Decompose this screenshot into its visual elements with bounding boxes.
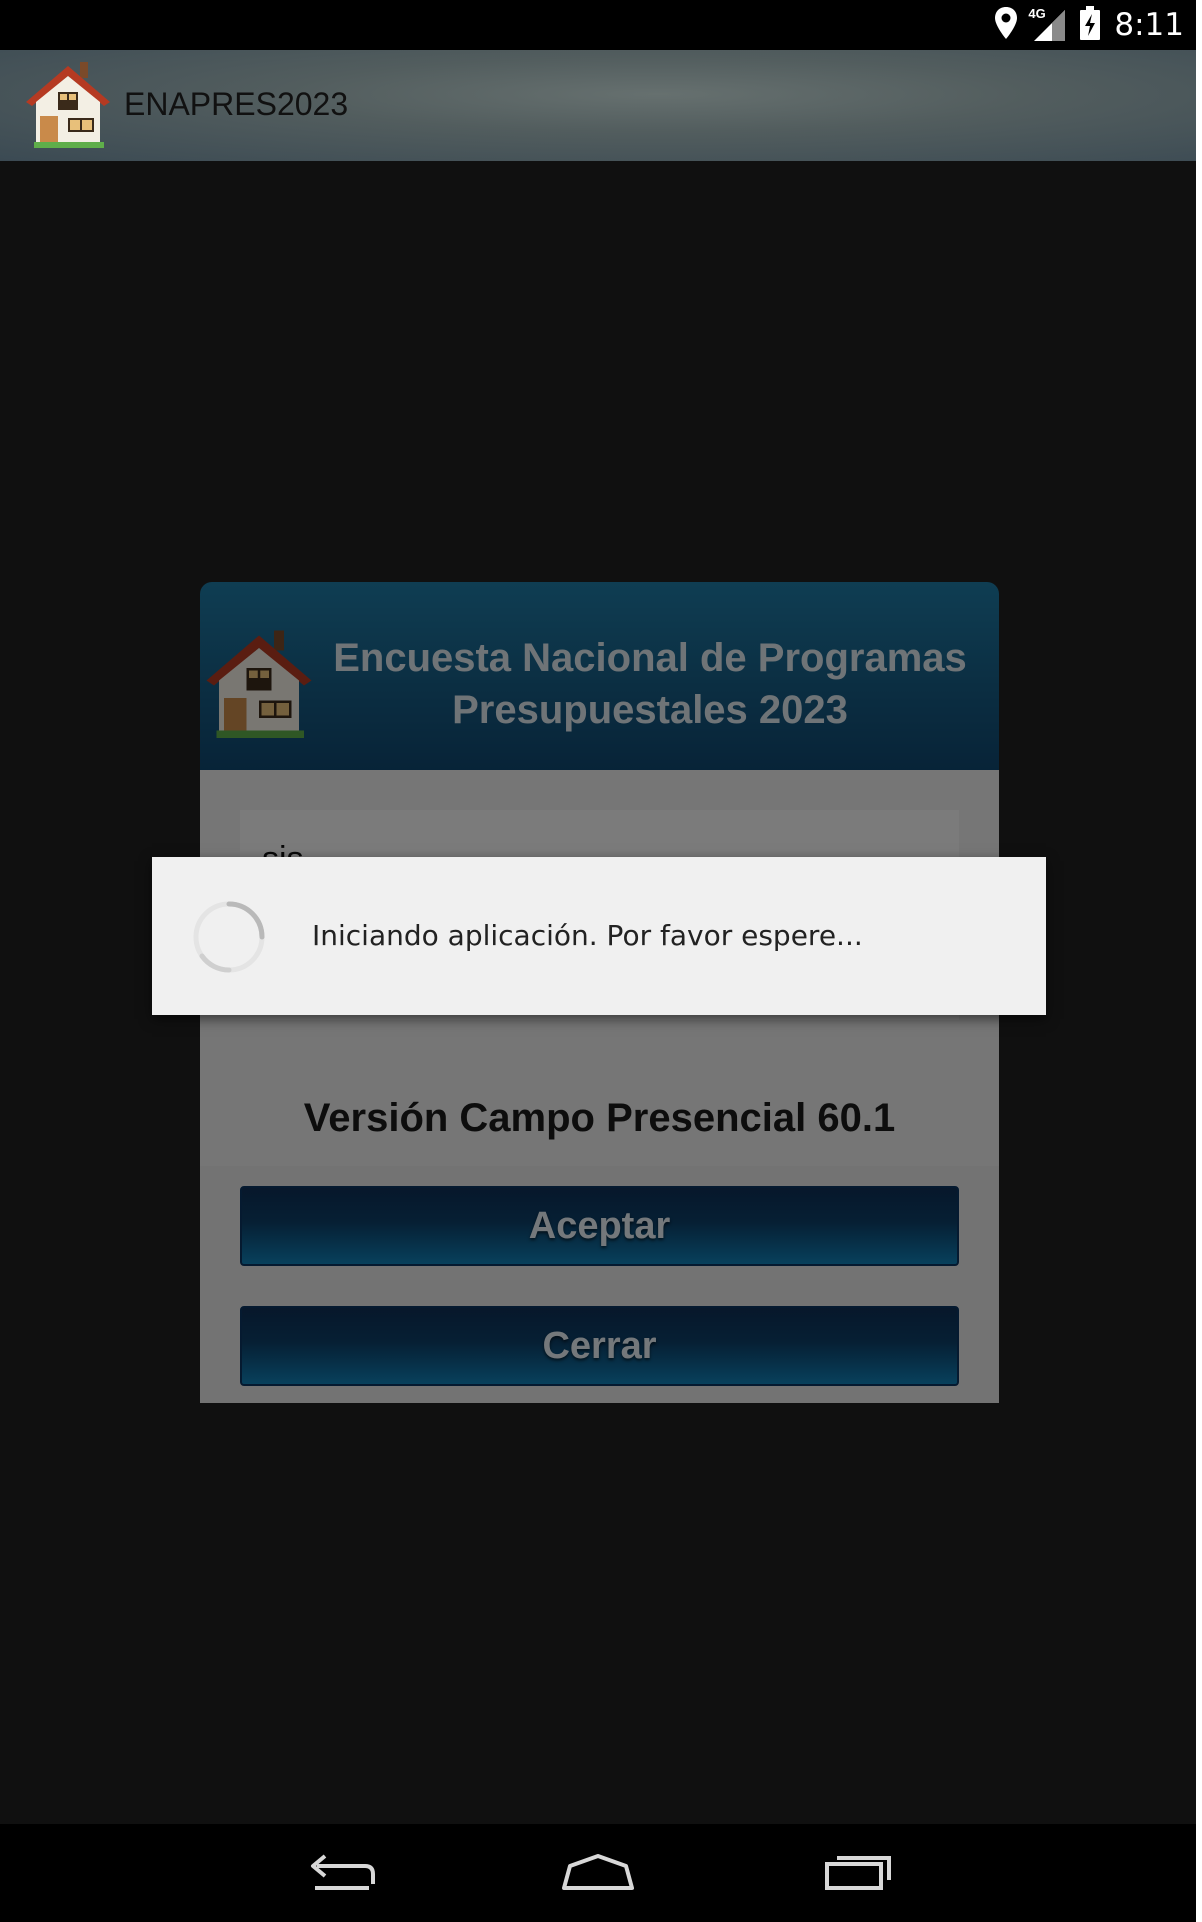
device-screen: 4G 8:11 ENAPRES2023 Iniciando aplicación… <box>0 0 1196 1922</box>
back-icon[interactable] <box>292 1842 392 1902</box>
progress-message: Iniciando aplicación. Por favor espere..… <box>312 919 863 952</box>
app-title: ENAPRES2023 <box>124 86 349 122</box>
recents-icon[interactable] <box>808 1842 908 1902</box>
house-icon <box>24 58 112 150</box>
status-bar: 4G 8:11 <box>0 0 1196 50</box>
action-bar: ENAPRES2023 <box>0 50 1196 161</box>
loading-spinner-icon <box>192 900 266 974</box>
navigation-bar <box>0 1824 1196 1922</box>
progress-dialog: Iniciando aplicación. Por favor espere..… <box>152 857 1046 1015</box>
status-clock: 8:11 <box>1114 7 1184 43</box>
location-icon <box>994 6 1018 45</box>
signal-4g-icon: 4G <box>1028 6 1066 42</box>
home-icon[interactable] <box>548 1842 648 1902</box>
network-label: 4G <box>1028 6 1046 21</box>
battery-charging-icon <box>1080 5 1101 45</box>
